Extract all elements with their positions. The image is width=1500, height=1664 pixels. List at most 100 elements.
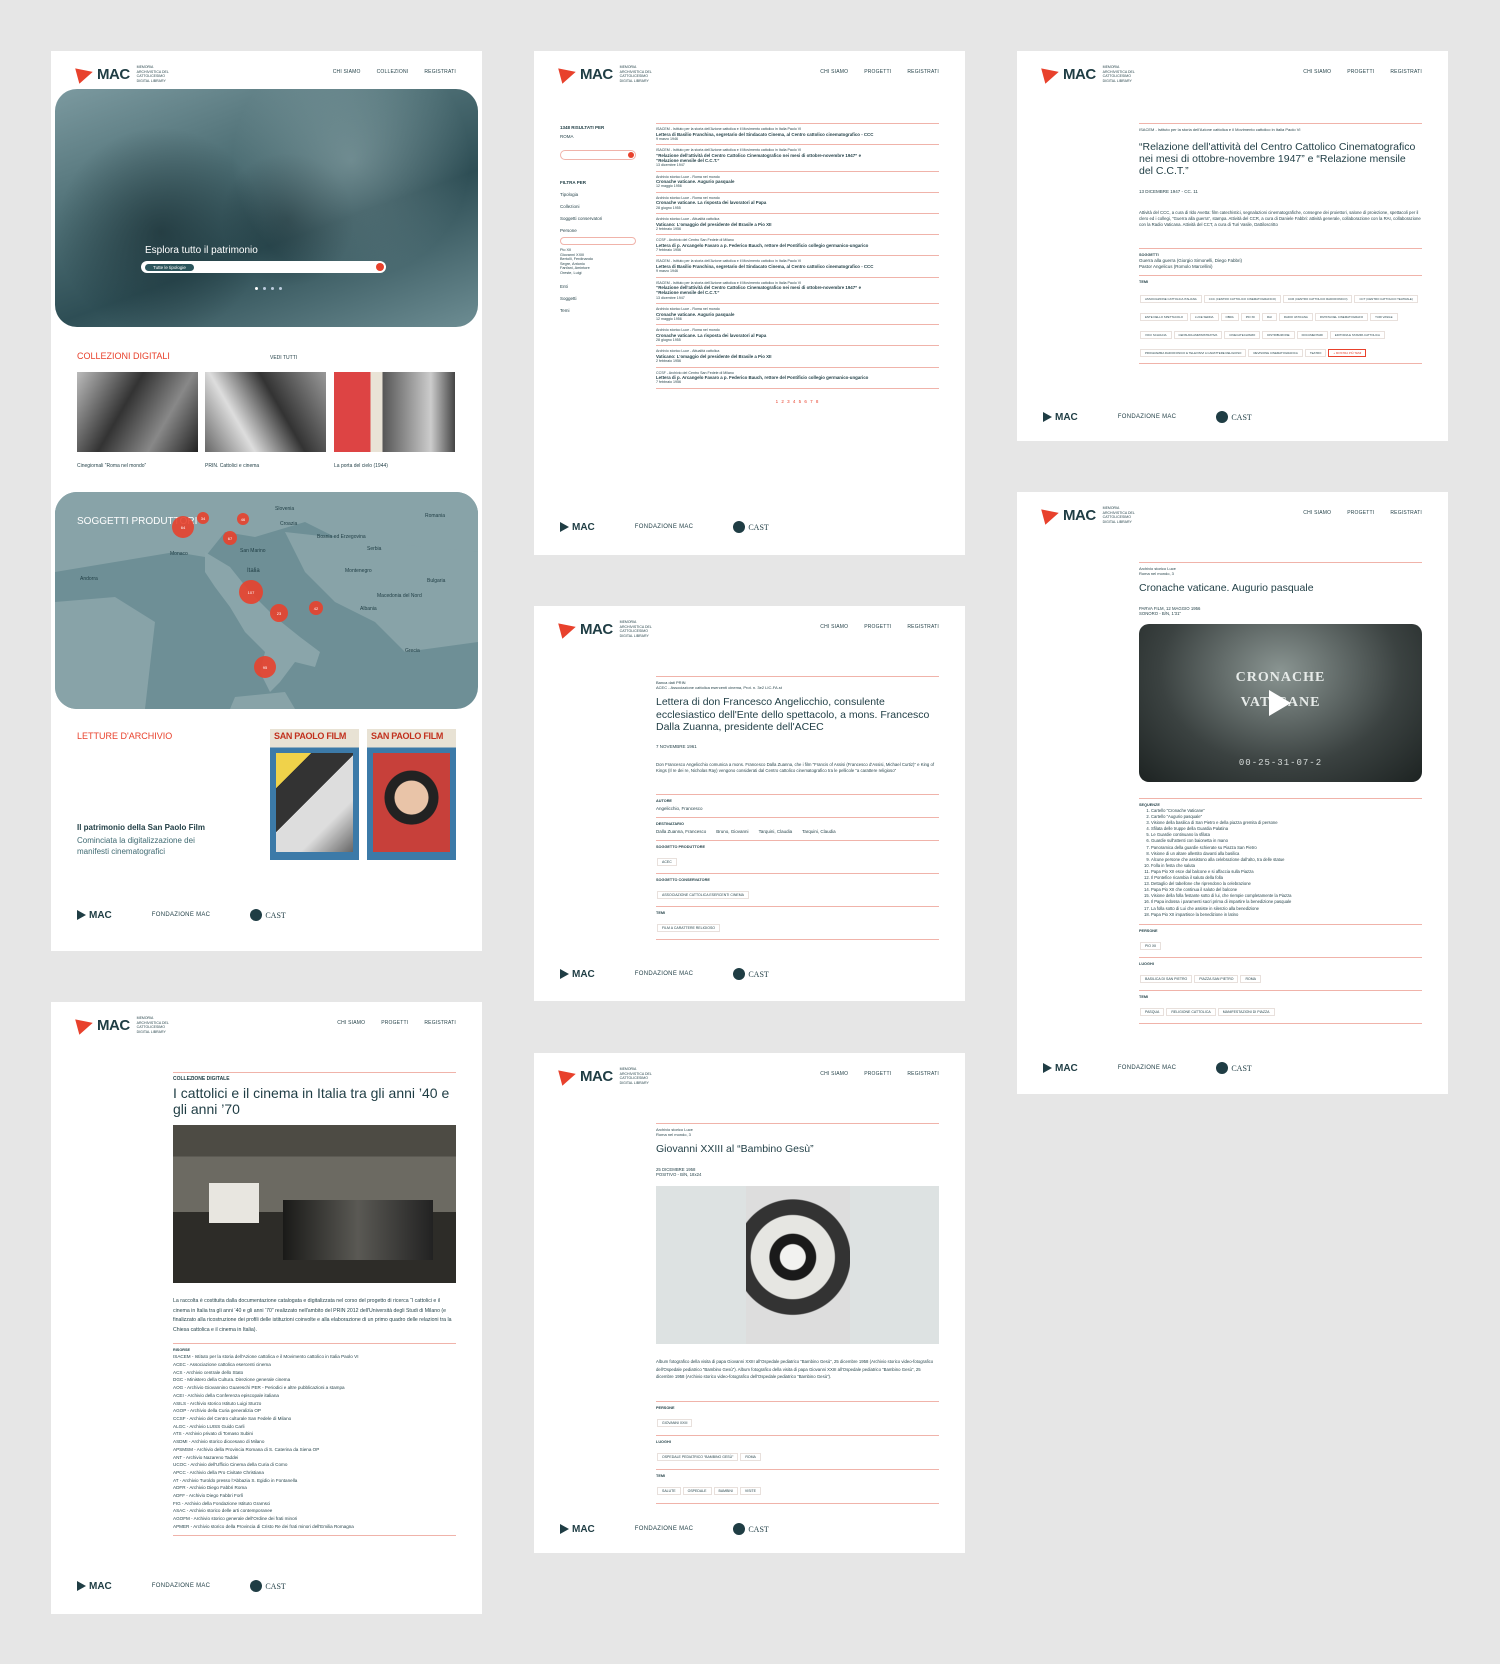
dot[interactable] [255,287,258,290]
result-item[interactable]: Archivio storico Luce - Roma nel mondo Cr… [656,304,939,326]
persone-search-input[interactable] [560,237,636,245]
tema-tag[interactable]: REVISIONE CINEMATOGRAFICA [1248,349,1303,357]
filter-tipologia[interactable]: Tipologia [560,192,636,198]
risorsa-item[interactable]: ASAC - Archivio storico delle arti conte… [173,1507,456,1515]
footer-fondazione[interactable]: FONDAZIONE MAC [1118,1065,1177,1071]
dot[interactable] [263,287,266,290]
pagination[interactable]: 1 2 3 4 5 6 7 8 [656,399,939,405]
destinatario[interactable]: Bruno, Giovanni [716,829,748,835]
tema-tag[interactable]: VISITE [739,1486,761,1495]
footer-mac-logo[interactable]: MAC [560,969,595,980]
search-icon[interactable] [628,152,634,158]
nav-registrati[interactable]: REGISTRATI [1390,69,1422,75]
result-title[interactable]: Lettera di p. Arcangelo Favaro a p. Fede… [656,375,876,380]
tema-tag[interactable]: ASSOCIAZIONE CATTOLICA ITALIANA [1140,295,1202,303]
dot[interactable] [279,287,282,290]
persona-tag[interactable]: GIOVANNI XXIII [657,1418,693,1427]
nav-chi-siamo[interactable]: CHI SIAMO [820,624,848,630]
filter-search-input[interactable] [560,150,636,160]
risorsa-item[interactable]: ACEC - Associazione cattolica esercenti … [173,1361,456,1369]
risorsa-item[interactable]: ASILS - Archivio storico Istituto Luigi … [173,1400,456,1408]
footer-fondazione[interactable]: FONDAZIONE MAC [635,1526,694,1532]
nav-progetti[interactable]: PROGETTI [1347,510,1374,516]
search-icon[interactable] [376,263,384,271]
tema-tag[interactable]: OSPEDALE [682,1486,712,1495]
collection-card-3[interactable] [334,372,455,452]
risorsa-item[interactable]: APSMSM - Archivio della Provincia Romana… [173,1446,456,1454]
map-marker[interactable]: 95 [254,656,276,678]
tema-tag[interactable]: PIO XII [1240,313,1261,321]
result-title[interactable]: “Relazione dell'attività del Centro Catt… [656,153,876,163]
tema-tag[interactable]: TEATRO [1304,349,1327,357]
tema-tag[interactable]: PASQUA [1140,1007,1165,1016]
map-marker[interactable]: 42 [309,601,323,615]
tema-tag[interactable]: BAMBINI [713,1486,738,1495]
collection-label-3[interactable]: La porta del cielo (1944) [334,463,388,469]
result-title[interactable]: Lettera di p. Arcangelo Favaro a p. Fede… [656,243,876,248]
result-item[interactable]: Archivio storico Luce - Attualità cattol… [656,214,939,236]
risorsa-item[interactable]: ADFR - Archivio Diego Fabbri Roma [173,1484,456,1492]
mac-logo[interactable]: MAC MEMORIA ARCHIVISTICA DEL CATTOLICESIM… [1041,505,1141,525]
risorsa-item[interactable]: ACEI - Archivio della Conferenza episcop… [173,1392,456,1400]
nav-chi-siamo[interactable]: CHI SIAMO [333,69,361,75]
video-player[interactable]: CRONACHE VATICANE 00-25-31-07-2 [1139,624,1422,782]
footer-cast[interactable]: CAST [733,1523,769,1535]
result-item[interactable]: ISACEM - Istituto per la storia dell'Azi… [656,145,939,172]
map-marker[interactable]: 107 [239,580,263,604]
nav-chi-siamo[interactable]: CHI SIAMO [1303,510,1331,516]
risorsa-item[interactable]: ADFF - Archivio Diego Fabbri Forlì [173,1492,456,1500]
risorsa-item[interactable]: AT - Archivio Turoldo presso l'Abbazia S… [173,1477,456,1485]
luogo-tag[interactable]: ROMA [1240,974,1261,983]
play-icon[interactable] [1269,690,1291,716]
destinatario[interactable]: Tarquini, Claudia [802,829,836,835]
risorsa-item[interactable]: AGOFM - Archivio storico generale dell'O… [173,1515,456,1523]
result-item[interactable]: Archivio storico Luce - Roma nel mondo Cr… [656,193,939,215]
map-marker[interactable]: 34 [197,512,209,524]
collection-label-2[interactable]: PRIN. Cattolici e cinema [205,463,259,469]
result-item[interactable]: Archivio storico Luce - Attualità cattol… [656,346,939,368]
footer-cast[interactable]: CAST [1216,1062,1252,1074]
nav-registrati[interactable]: REGISTRATI [1390,510,1422,516]
filter-persone[interactable]: Persone [560,228,636,234]
luogo-tag[interactable]: BASILICA DI SAN PIETRO [1140,974,1193,983]
footer-fondazione[interactable]: FONDAZIONE MAC [635,971,694,977]
tema-tag[interactable]: TURI VASILE [1370,313,1398,321]
risorsa-item[interactable]: ANT - Archivio Nazareno Taddei [173,1454,456,1462]
tema-tag[interactable]: CCR (CENTRO CATTOLICO RADIOFONICO) [1282,295,1353,303]
tema-tag[interactable]: CCC (CENTRO CATTOLICO CINEMATOGRAFICO) [1203,295,1281,303]
result-item[interactable]: Archivio storico Luce - Roma nel mondo Cr… [656,325,939,347]
footer-cast[interactable]: CAST [733,968,769,980]
footer-fondazione[interactable]: FONDAZIONE MAC [635,524,694,530]
hero-search-bar[interactable]: Tutte le tipologie [141,261,386,273]
map-marker[interactable]: 23 [270,604,288,622]
risorsa-item[interactable]: APCC - Archivio della Pro Civitate Chris… [173,1469,456,1477]
result-item[interactable]: ISACEM - Istituto per la storia dell'Azi… [656,278,939,305]
footer-cast[interactable]: CAST [1216,411,1252,423]
result-item[interactable]: CCSF - Archivio del Centro San Fedele di… [656,235,939,257]
risorsa-item[interactable]: ALGC - Archivio LUISS Guido Carli [173,1423,456,1431]
footer-mac-logo[interactable]: MAC [560,522,595,533]
filter-soggetti-conservatori[interactable]: Soggetti conservatori [560,216,636,222]
tema-tag[interactable]: CCT (CENTRO CATTOLICO TEATRALE) [1354,295,1418,303]
map-marker[interactable]: 67 [223,531,237,545]
produttore-tag[interactable]: ACEC [657,857,677,866]
nav-registrati[interactable]: REGISTRATI [424,69,456,75]
persona-tag[interactable]: PIO XII [1140,941,1162,950]
filter-value[interactable]: ROMA [560,134,636,140]
see-all-link[interactable]: VEDI TUTTI [270,355,297,361]
footer-fondazione[interactable]: FONDAZIONE MAC [1118,414,1177,420]
nav-progetti[interactable]: PROGETTI [381,1020,408,1026]
filter-collezioni[interactable]: Collezioni [560,204,636,210]
tema-tag[interactable]: RADIO VATICANA [1278,313,1313,321]
result-item[interactable]: Archivio storico Luce - Roma nel mondo Cr… [656,172,939,193]
result-item[interactable]: CCSF - Archivio del Centro San Fedele di… [656,368,939,389]
tema-tag[interactable]: + MOSTRA PIÙ TEMI [1328,349,1367,357]
collection-card-1[interactable] [77,372,198,452]
footer-mac-logo[interactable]: MAC [77,910,112,921]
nav-progetti[interactable]: PROGETTI [1347,69,1374,75]
mac-logo[interactable]: MAC MEMORIA ARCHIVISTICA DEL CATTOLICESI… [75,64,175,84]
collection-card-2[interactable] [205,372,326,452]
tema-tag[interactable]: OBRA [1220,313,1239,321]
tema-tag[interactable]: SALUTE [657,1486,681,1495]
soggetto[interactable]: Pastor Angelicus (Romolo Marcellini) [1139,264,1422,270]
